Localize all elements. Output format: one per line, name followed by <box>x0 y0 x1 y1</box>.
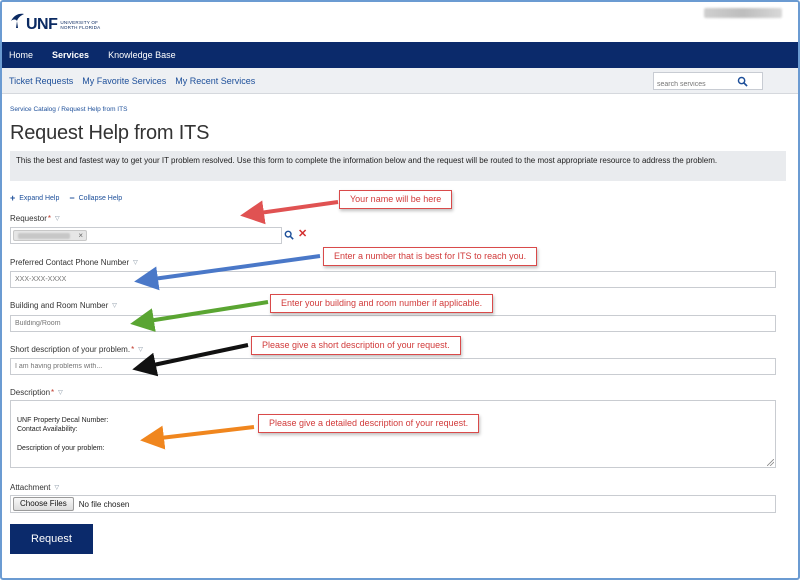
collapse-help-link[interactable]: − Collapse Help <box>69 193 122 203</box>
description-text: UNF Property Decal Number: Contact Avail… <box>17 416 109 453</box>
room-label-text: Building and Room Number <box>10 301 109 310</box>
clear-icon[interactable]: ✕ <box>298 227 307 241</box>
help-toggle-icon[interactable]: ▽ <box>54 484 59 491</box>
search-box <box>653 72 763 93</box>
phone-label: Preferred Contact Phone Number ▽ <box>10 258 138 267</box>
nav-knowledge-base[interactable]: Knowledge Base <box>108 50 176 60</box>
browser-frame: UNF University of North Florida Home Ser… <box>0 0 800 580</box>
intro-text: This the best and fastest way to get you… <box>10 151 786 181</box>
phone-input[interactable] <box>10 271 776 288</box>
unf-logo[interactable]: UNF University of North Florida <box>9 9 100 35</box>
callout-description: Please give a detailed description of yo… <box>258 414 480 433</box>
plus-icon: + <box>10 193 16 203</box>
help-toggle-icon[interactable]: ▽ <box>55 215 60 222</box>
short-description-label: Short description of your problem. * ▽ <box>10 345 143 354</box>
callout-room: Enter your building and room number if a… <box>270 294 494 313</box>
help-toggle-icon[interactable]: ▽ <box>138 346 143 353</box>
room-input[interactable] <box>10 315 776 332</box>
requestor-label: Requestor * ▽ <box>10 214 60 223</box>
arrow-red <box>240 200 339 225</box>
main-nav: Home Services Knowledge Base <box>2 42 798 68</box>
required-mark: * <box>51 388 55 397</box>
short-description-label-text: Short description of your problem. <box>10 345 131 354</box>
expand-help-label: Expand Help <box>19 194 60 202</box>
requestor-name-redacted <box>18 233 70 239</box>
breadcrumb[interactable]: Service Catalog / Request Help from ITS <box>10 106 127 113</box>
no-file-text: No file chosen <box>78 499 130 509</box>
page-title: Request Help from ITS <box>10 122 210 144</box>
requestor-chip: × <box>13 230 87 241</box>
logo-wordmark: UNF <box>26 16 58 33</box>
phone-label-text: Preferred Contact Phone Number <box>10 258 130 267</box>
minus-icon: − <box>69 193 75 203</box>
resize-handle-icon[interactable] <box>767 459 774 466</box>
room-label: Building and Room Number ▽ <box>10 301 117 310</box>
help-toggles: + Expand Help − Collapse Help <box>10 193 132 203</box>
user-name-redacted[interactable] <box>704 8 782 18</box>
top-bar: UNF University of North Florida <box>2 2 798 42</box>
required-mark: * <box>47 214 52 223</box>
search-icon[interactable] <box>737 76 748 87</box>
description-label: Description * ▽ <box>10 388 63 397</box>
attachment-field: Choose Files No file chosen <box>10 495 776 513</box>
attachment-label: Attachment ▽ <box>10 483 59 492</box>
choose-files-button[interactable]: Choose Files <box>13 497 74 511</box>
logo-subtext: University of North Florida <box>60 20 100 30</box>
search-input[interactable] <box>654 76 736 93</box>
requestor-label-text: Requestor <box>10 214 47 223</box>
chip-remove-icon[interactable]: × <box>78 231 83 241</box>
request-button[interactable]: Request <box>10 524 93 554</box>
subnav-ticket-requests[interactable]: Ticket Requests <box>9 76 73 86</box>
callout-short-description: Please give a short description of your … <box>251 336 461 355</box>
logo-subtext-line2: North Florida <box>60 25 101 30</box>
short-description-input[interactable] <box>10 358 776 375</box>
osprey-logo-icon <box>11 13 24 28</box>
requestor-field[interactable]: × <box>10 227 282 244</box>
help-toggle-icon[interactable]: ▽ <box>58 389 63 396</box>
nav-services[interactable]: Services <box>52 50 89 60</box>
description-textarea[interactable]: UNF Property Decal Number: Contact Avail… <box>10 400 776 468</box>
description-label-text: Description <box>10 388 51 397</box>
expand-help-link[interactable]: + Expand Help <box>10 193 59 203</box>
callout-phone: Enter a number that is best for ITS to r… <box>323 247 538 266</box>
attachment-label-text: Attachment <box>10 483 51 492</box>
subnav-recent-services[interactable]: My Recent Services <box>175 76 255 86</box>
collapse-help-label: Collapse Help <box>78 194 123 202</box>
help-toggle-icon[interactable]: ▽ <box>133 259 138 266</box>
required-mark: * <box>131 345 135 354</box>
help-toggle-icon[interactable]: ▽ <box>112 302 117 309</box>
callout-name: Your name will be here <box>339 190 453 209</box>
subnav-favorite-services[interactable]: My Favorite Services <box>82 76 166 86</box>
requestor-search-icon[interactable] <box>284 230 294 240</box>
nav-home[interactable]: Home <box>9 50 33 60</box>
sub-nav: Ticket Requests My Favorite Services My … <box>2 68 798 94</box>
